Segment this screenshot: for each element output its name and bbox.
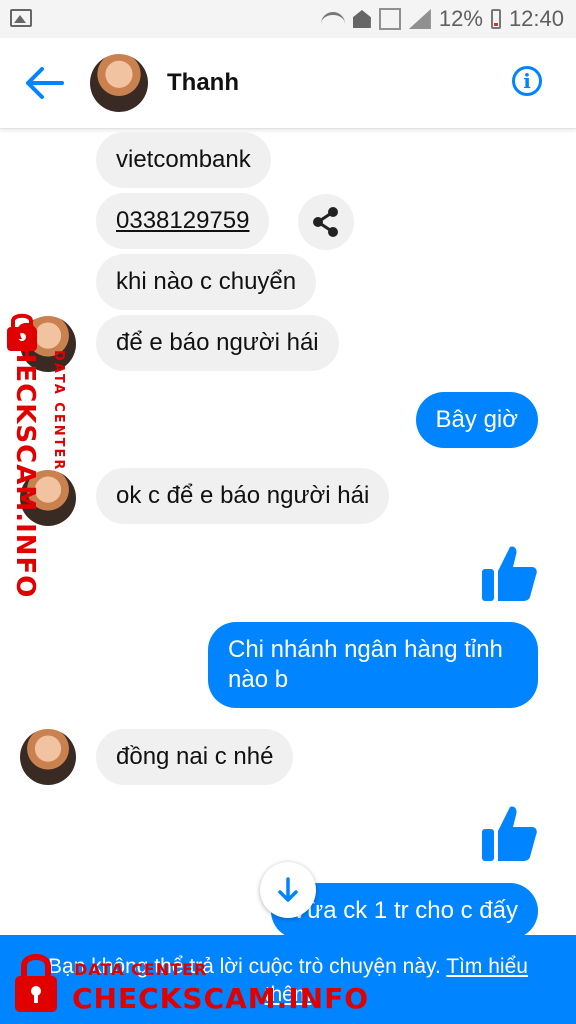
clock: 12:40 — [508, 6, 564, 31]
conversation-header: Thanh i — [0, 38, 576, 129]
battery-icon — [490, 9, 501, 29]
message-line: nào b — [228, 666, 289, 693]
watermark-brand: CHECKSCAM.INFO — [10, 321, 40, 599]
message-bubble-received: ok c để e báo người hái — [96, 468, 390, 524]
watermark-lock-icon — [15, 954, 57, 1012]
message-bubble-received-phone[interactable]: 0338129759 — [96, 193, 270, 249]
message-bubble-received: đồng nai c nhé — [96, 729, 294, 785]
phone-number-link[interactable]: 0338129759 — [116, 207, 249, 234]
wifi-icon — [320, 11, 345, 27]
message-bubble-received: vietcombank — [96, 132, 271, 188]
status-bar: 12% 12:40 — [0, 0, 576, 38]
watermark-vertical: DATA CENTER CHECKSCAM.INFO — [0, 300, 66, 620]
contact-avatar[interactable] — [90, 54, 148, 112]
contact-name[interactable]: Thanh — [167, 69, 239, 97]
message-bubble-sent: Chi nhánh ngân hàng tỉnh nào b — [208, 622, 538, 708]
status-icons: 12% 12:40 — [320, 6, 564, 32]
signal-icon — [408, 9, 431, 29]
scroll-to-bottom-button[interactable] — [260, 862, 316, 918]
info-icon[interactable]: i — [512, 66, 542, 96]
share-icon — [313, 207, 338, 237]
share-button[interactable] — [298, 194, 354, 250]
gallery-notification-icon — [10, 9, 32, 27]
watermark-bottom: DATA CENTER CHECKSCAM.INFO — [12, 948, 372, 1018]
message-bubble-received: khi nào c chuyển — [96, 254, 317, 310]
home-icon — [352, 10, 371, 28]
message-line: Chi nhánh ngân hàng tỉnh — [228, 636, 503, 663]
arrow-left-icon[interactable] — [24, 65, 64, 101]
thumbs-up-icon — [482, 546, 537, 601]
battery-percent: 12% — [438, 6, 483, 31]
arrow-down-icon — [278, 877, 298, 902]
watermark-sub: DATA CENTER — [74, 960, 208, 979]
watermark-sub: DATA CENTER — [51, 350, 66, 472]
sim-signal-icon — [378, 8, 401, 30]
watermark-brand: CHECKSCAM.INFO — [72, 982, 370, 1015]
message-bubble-received: để e báo người hái — [96, 315, 339, 371]
message-bubble-sent: Bây giờ — [415, 392, 538, 448]
thumbs-up-icon — [482, 806, 537, 861]
sender-avatar — [20, 729, 76, 785]
